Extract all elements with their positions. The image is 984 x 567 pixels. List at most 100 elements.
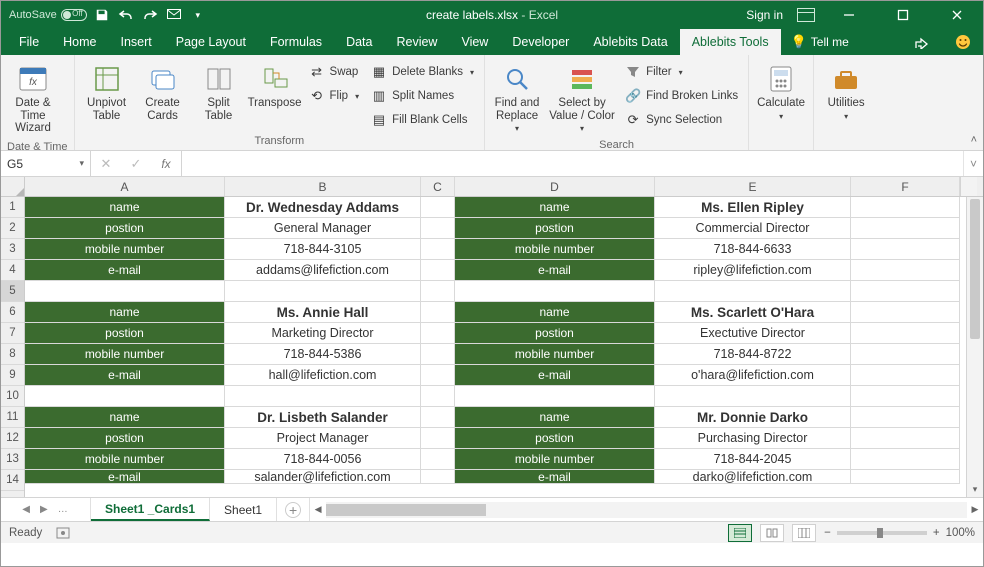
cell[interactable] (851, 449, 960, 470)
cell[interactable] (455, 386, 655, 407)
qat-customize-icon[interactable]: ▾ (189, 6, 207, 24)
insert-function-icon[interactable]: fx (151, 157, 181, 171)
col-header-e[interactable]: E (655, 177, 851, 196)
cell[interactable]: name (455, 302, 655, 323)
row-header[interactable]: 13 (1, 449, 24, 470)
cell[interactable]: darko@lifefiction.com (655, 470, 851, 484)
zoom-slider[interactable]: − + 100% (824, 527, 975, 539)
row-header[interactable]: 5 (1, 281, 24, 302)
cell[interactable]: e-mail (25, 470, 225, 484)
swap-button[interactable]: ⇄Swap (309, 61, 360, 83)
cell[interactable]: name (25, 407, 225, 428)
cell[interactable]: e-mail (25, 260, 225, 281)
hscroll-right-icon[interactable]: ▶ (967, 498, 983, 521)
cell[interactable]: hall@lifefiction.com (225, 365, 421, 386)
cell[interactable] (851, 302, 960, 323)
delete-blanks-button[interactable]: ▦Delete Blanks▾ (371, 61, 474, 83)
unpivot-table-button[interactable]: Unpivot Table (81, 59, 133, 126)
cell[interactable]: postion (25, 218, 225, 239)
row-header[interactable]: 9 (1, 365, 24, 386)
split-table-button[interactable]: Split Table (193, 59, 245, 126)
scroll-down-icon[interactable]: ▾ (967, 481, 983, 497)
cell[interactable]: ripley@lifefiction.com (655, 260, 851, 281)
col-header-c[interactable]: C (421, 177, 455, 196)
cell[interactable]: Commercial Director (655, 218, 851, 239)
cell[interactable]: name (25, 197, 225, 218)
cell[interactable] (421, 323, 455, 344)
row-header[interactable]: 7 (1, 323, 24, 344)
cell[interactable]: postion (455, 428, 655, 449)
cell[interactable]: postion (25, 428, 225, 449)
sync-selection-button[interactable]: ⟳Sync Selection (625, 109, 738, 131)
row-header[interactable]: 1 (1, 197, 24, 218)
cell[interactable]: addams@lifefiction.com (225, 260, 421, 281)
col-header-a[interactable]: A (25, 177, 225, 196)
cell[interactable]: e-mail (455, 470, 655, 484)
row-header[interactable]: 2 (1, 218, 24, 239)
cell[interactable]: 718-844-6633 (655, 239, 851, 260)
cancel-formula-icon[interactable]: ✕ (91, 156, 121, 172)
share-icon[interactable] (903, 29, 943, 55)
tab-formulas[interactable]: Formulas (258, 29, 334, 55)
cell[interactable]: mobile number (25, 449, 225, 470)
row-header[interactable]: 10 (1, 386, 24, 407)
sheet-more-icon[interactable]: … (58, 504, 69, 515)
cell[interactable] (421, 260, 455, 281)
cell[interactable]: e-mail (455, 365, 655, 386)
cell[interactable]: General Manager (225, 218, 421, 239)
row-header[interactable]: 8 (1, 344, 24, 365)
cell[interactable] (421, 281, 455, 302)
col-header-d[interactable]: D (455, 177, 655, 196)
flip-button[interactable]: ⟲Flip▾ (309, 85, 360, 107)
cell[interactable]: mobile number (25, 239, 225, 260)
col-header-f[interactable]: F (851, 177, 960, 196)
vertical-scrollbar[interactable]: ▾ (966, 197, 983, 497)
cell[interactable] (655, 281, 851, 302)
cell[interactable] (421, 365, 455, 386)
fill-blank-cells-button[interactable]: ▤Fill Blank Cells (371, 109, 474, 131)
cell[interactable] (421, 302, 455, 323)
name-box[interactable]: G5 ▾ (1, 151, 91, 176)
redo-icon[interactable] (141, 6, 159, 24)
cell[interactable] (421, 407, 455, 428)
cell[interactable] (851, 407, 960, 428)
tab-home[interactable]: Home (51, 29, 108, 55)
cell[interactable]: Marketing Director (225, 323, 421, 344)
tab-ablebits-data[interactable]: Ablebits Data (581, 29, 679, 55)
create-cards-button[interactable]: Create Cards (137, 59, 189, 126)
horizontal-scrollbar[interactable] (326, 502, 967, 518)
row-header[interactable]: 11 (1, 407, 24, 428)
cell[interactable]: mobile number (455, 239, 655, 260)
tab-review[interactable]: Review (384, 29, 449, 55)
cell[interactable]: Mr. Donnie Darko (655, 407, 851, 428)
cell[interactable]: salander@lifefiction.com (225, 470, 421, 484)
cell[interactable] (851, 281, 960, 302)
cell[interactable] (851, 344, 960, 365)
cell[interactable] (421, 344, 455, 365)
filter-button[interactable]: Filter▾ (625, 61, 738, 83)
tab-view[interactable]: View (449, 29, 500, 55)
cell[interactable]: postion (25, 323, 225, 344)
normal-view-button[interactable] (728, 524, 752, 542)
cell[interactable] (851, 239, 960, 260)
cell[interactable] (421, 449, 455, 470)
cell[interactable]: 718-844-2045 (655, 449, 851, 470)
zoom-out-icon[interactable]: − (824, 527, 831, 539)
select-by-value-color-button[interactable]: Select by Value / Color▾ (547, 59, 617, 137)
cell[interactable] (421, 386, 455, 407)
row-header[interactable]: 3 (1, 239, 24, 260)
row-header[interactable]: 12 (1, 428, 24, 449)
cell[interactable] (25, 386, 225, 407)
calculate-button[interactable]: Calculate▾ (755, 59, 807, 125)
ribbon-display-icon[interactable] (797, 8, 815, 22)
utilities-button[interactable]: Utilities▾ (820, 59, 872, 125)
tab-ablebits-tools[interactable]: Ablebits Tools (680, 29, 781, 55)
cell[interactable] (225, 281, 421, 302)
scroll-thumb[interactable] (970, 199, 980, 339)
cell[interactable]: postion (455, 218, 655, 239)
page-break-view-button[interactable] (792, 524, 816, 542)
cell[interactable]: Ms. Scarlett O'Hara (655, 302, 851, 323)
row-header[interactable]: 4 (1, 260, 24, 281)
cell[interactable]: Ms. Annie Hall (225, 302, 421, 323)
cell[interactable]: Dr. Wednesday Addams (225, 197, 421, 218)
